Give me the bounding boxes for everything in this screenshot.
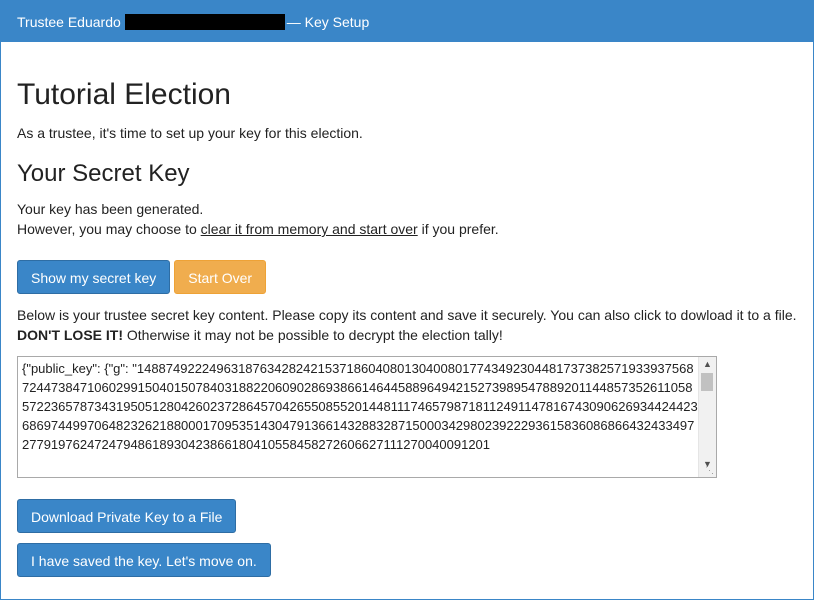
saved-row: I have saved the key. Let's move on. [17, 543, 807, 577]
choose-text: However, you may choose to clear it from… [17, 219, 807, 239]
secret-key-content: {"public_key": {"g": "148874922249631876… [22, 361, 698, 452]
chevron-up-icon[interactable]: ▲ [699, 357, 716, 371]
download-row: Download Private Key to a File [17, 499, 807, 533]
textarea-scrollbar[interactable]: ▲ ▼ [698, 357, 716, 477]
start-over-button[interactable]: Start Over [174, 260, 267, 294]
key-instructions: Below is your trustee secret key content… [17, 305, 807, 345]
choose-suffix: if you prefer. [417, 221, 499, 237]
topbar-trustee-label: Trustee Eduardo [17, 13, 121, 30]
intro-text: As a trustee, it's time to set up your k… [17, 125, 363, 141]
resize-grip-icon[interactable]: ⋱ [705, 465, 714, 476]
election-title: Tutorial Election [17, 78, 231, 111]
clear-and-start-over-link[interactable]: clear it from memory and start over [201, 221, 418, 237]
below-text: Below is your trustee secret key content… [17, 307, 797, 323]
download-key-button[interactable]: Download Private Key to a File [17, 499, 237, 533]
scrollbar-thumb[interactable] [701, 373, 713, 391]
redacted-name [124, 13, 285, 30]
choose-prefix: However, you may choose to [17, 221, 201, 237]
page-frame: Trustee Eduardo — Key Setup Tutorial Ele… [0, 0, 814, 600]
topbar-suffix: — Key Setup [286, 13, 370, 30]
top-bar: Trustee Eduardo — Key Setup [1, 1, 813, 42]
dont-lose-rest: Otherwise it may not be possible to decr… [123, 327, 503, 343]
dont-lose-text: DON'T LOSE IT! Otherwise it may not be p… [17, 325, 807, 345]
show-secret-key-button[interactable]: Show my secret key [17, 260, 171, 294]
saved-key-continue-button[interactable]: I have saved the key. Let's move on. [17, 543, 271, 577]
secret-key-heading: Your Secret Key [17, 160, 190, 187]
generated-text: Your key has been generated. [17, 201, 204, 217]
generated-text-block: Your key has been generated. However, yo… [17, 199, 807, 239]
dont-lose-bold: DON'T LOSE IT! [17, 327, 123, 343]
secret-key-textarea[interactable]: {"public_key": {"g": "148874922249631876… [17, 356, 717, 478]
key-action-buttons: Show my secret key Start Over [17, 260, 807, 294]
main-content: Tutorial Election As a trustee, it's tim… [17, 77, 807, 577]
